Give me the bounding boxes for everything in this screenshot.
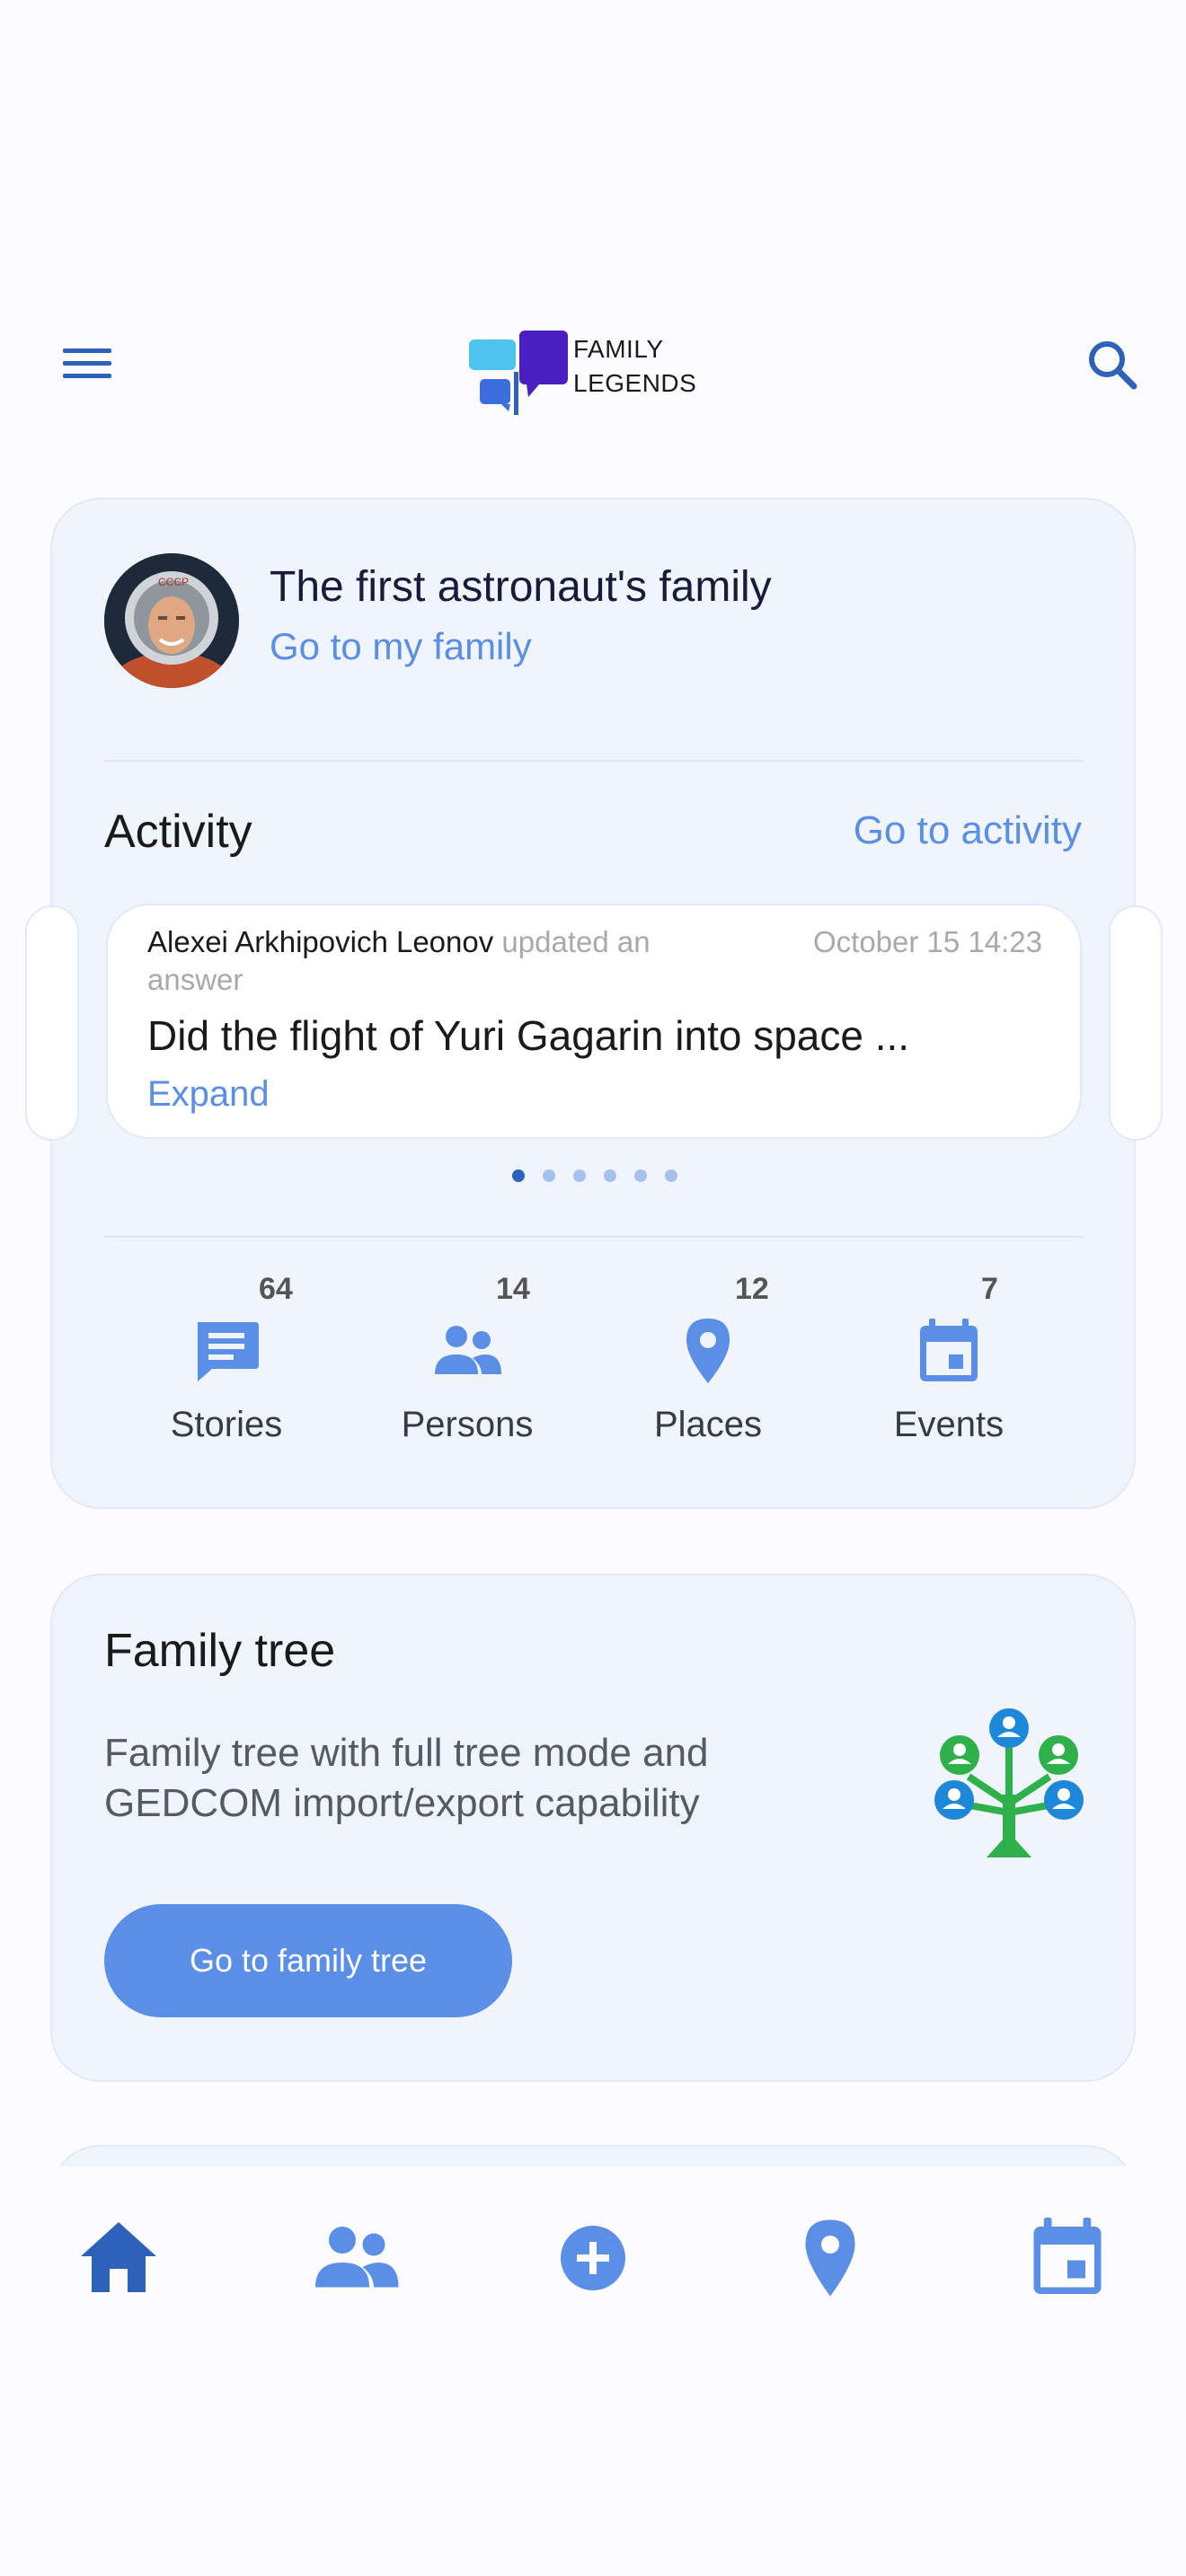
calendar-icon <box>920 1319 978 1381</box>
home-icon <box>81 2222 156 2292</box>
family-tree-icon <box>934 1708 1084 1857</box>
activity-item-next[interactable] <box>1109 905 1163 1141</box>
stat-count: 64 <box>259 1272 293 1306</box>
activity-action: updated an <box>493 925 651 958</box>
calendar-icon <box>1033 2218 1102 2294</box>
nav-events[interactable] <box>1022 2213 1112 2303</box>
stat-events[interactable]: 7 Events <box>841 1272 1057 1469</box>
pagination-dot[interactable] <box>512 1169 525 1182</box>
app-logo: FAMILY LEGENDS <box>467 318 701 417</box>
divider <box>104 760 1084 762</box>
go-to-family-link[interactable]: Go to my family <box>270 625 532 668</box>
family-title: The first astronaut's family <box>270 563 772 611</box>
menu-icon <box>63 348 111 353</box>
nav-places[interactable] <box>785 2213 875 2303</box>
home-screen: FAMILY LEGENDS CCCP The first astronaut'… <box>0 0 1186 2576</box>
activity-author-name: Alexei Arkhipovich Leonov <box>147 925 494 958</box>
menu-button[interactable] <box>59 343 113 384</box>
stat-count: 14 <box>496 1272 530 1306</box>
add-circle-icon <box>561 2226 625 2290</box>
logo-icon <box>469 331 568 415</box>
go-to-family-tree-button[interactable]: Go to family tree <box>104 1904 512 2017</box>
family-card: CCCP The first astronaut's family Go to … <box>25 498 1163 1509</box>
carousel-pagination <box>52 1169 1137 1187</box>
svg-text:CCCP: CCCP <box>158 576 189 588</box>
pagination-dot[interactable] <box>634 1169 647 1182</box>
go-to-activity-link[interactable]: Go to activity <box>854 808 1082 853</box>
search-button[interactable] <box>1085 338 1139 392</box>
divider <box>104 1236 1084 1238</box>
pagination-dot[interactable] <box>543 1169 555 1182</box>
family-tree-title: Family tree <box>104 1625 336 1677</box>
activity-author: Alexei Arkhipovich Leonov updated an <box>147 925 651 959</box>
family-tree-description: Family tree with full tree mode and GEDC… <box>104 1731 709 1825</box>
pagination-dot[interactable] <box>604 1169 616 1182</box>
stat-label: Events <box>893 1405 1005 1444</box>
pagination-dot[interactable] <box>665 1169 677 1182</box>
message-icon <box>198 1322 259 1381</box>
search-icon <box>1089 341 1137 390</box>
stat-count: 12 <box>735 1272 769 1306</box>
stat-label: Persons <box>401 1405 534 1444</box>
family-avatar[interactable]: CCCP <box>104 553 239 688</box>
map-pin-icon <box>805 2219 855 2297</box>
nav-persons[interactable] <box>311 2213 401 2303</box>
activity-date: October 15 14:23 <box>812 925 1042 958</box>
logo-line-1: FAMILY <box>573 335 664 363</box>
logo-text: FAMILY LEGENDS <box>573 332 696 401</box>
map-pin-icon <box>686 1319 730 1383</box>
expand-link[interactable]: Expand <box>147 1074 270 1115</box>
stat-places[interactable]: 12 Places <box>600 1272 816 1469</box>
people-icon <box>315 2227 399 2288</box>
nav-add[interactable] <box>548 2213 638 2303</box>
activity-action-continued: answer <box>147 963 243 996</box>
stat-label: Stories <box>170 1405 283 1444</box>
stat-persons[interactable]: 14 Persons <box>359 1272 575 1469</box>
nav-home[interactable] <box>74 2213 164 2303</box>
logo-line-2: LEGENDS <box>573 369 697 397</box>
activity-headline: Did the flight of Yuri Gagarin into spac… <box>147 1012 910 1059</box>
app-header: FAMILY LEGENDS <box>0 305 1186 422</box>
pagination-dot[interactable] <box>573 1169 586 1182</box>
stat-label: Places <box>653 1405 763 1444</box>
astronaut-avatar-image: CCCP <box>104 553 239 688</box>
activity-heading: Activity <box>104 806 252 858</box>
activity-item[interactable]: Alexei Arkhipovich Leonov updated an ans… <box>106 904 1082 1139</box>
people-icon <box>435 1326 501 1374</box>
stat-count: 7 <box>981 1272 998 1306</box>
activity-item-previous[interactable] <box>25 905 79 1141</box>
stat-stories[interactable]: 64 Stories <box>119 1272 334 1469</box>
family-tree-card: Family tree Family tree with full tree m… <box>50 1574 1136 2082</box>
bottom-navigation <box>0 2166 1186 2346</box>
stats-row: 64 Stories 14 Persons 12 Places 7 Events <box>104 1272 1084 1469</box>
